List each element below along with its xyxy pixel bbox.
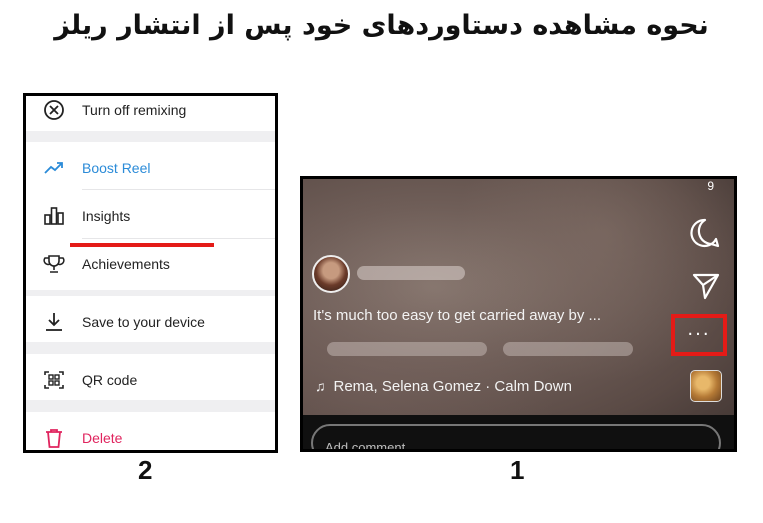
close-circle-icon: [42, 99, 66, 121]
divider: [82, 189, 275, 190]
music-note-icon: ♫: [315, 378, 326, 394]
music-label: Rema, Selena Gomez · Calm Down: [333, 378, 572, 395]
qr-code-item[interactable]: QR code: [26, 360, 275, 400]
trophy-icon: [42, 253, 66, 275]
delete-item[interactable]: Delete: [26, 418, 275, 450]
boost-reel-item[interactable]: Boost Reel: [26, 148, 275, 188]
more-options-button[interactable]: ···: [671, 314, 727, 356]
reel-caption[interactable]: It's much too easy to get carried away b…: [313, 307, 601, 324]
step-number-2: 2: [138, 455, 153, 485]
more-icon: ···: [687, 324, 711, 345]
bar-chart-icon: [42, 205, 66, 227]
divider: [82, 238, 275, 239]
comment-placeholder: Add comment: [325, 440, 406, 452]
menu-item-label: QR code: [82, 372, 138, 388]
avatar[interactable]: [312, 255, 350, 293]
menu-item-label: Delete: [82, 430, 123, 446]
insights-item[interactable]: Insights: [26, 196, 275, 236]
download-icon: [42, 311, 66, 333]
blurred-text: [503, 342, 633, 356]
like-count: 9: [707, 179, 714, 193]
qr-code-icon: [42, 369, 66, 391]
blurred-text: [327, 342, 487, 356]
menu-item-label: Boost Reel: [82, 160, 151, 176]
page-title: نحوه مشاهده دستاوردهای خود پس از انتشار …: [54, 10, 709, 41]
share-icon[interactable]: [691, 271, 721, 305]
trash-icon: [42, 427, 66, 449]
menu-item-label: Achievements: [82, 256, 170, 272]
audio-thumbnail[interactable]: [690, 370, 722, 402]
menu-item-label: Turn off remixing: [82, 102, 187, 118]
blurred-username: [357, 266, 465, 280]
reel-view: 9 It's much too easy to get carried away…: [300, 176, 737, 452]
step-number-1: 1: [510, 455, 525, 485]
comment-icon[interactable]: [689, 217, 721, 253]
achievements-item[interactable]: Achievements: [26, 244, 275, 284]
menu-item-label: Save to your device: [82, 314, 205, 330]
music-info[interactable]: ♫ Rema, Selena Gomez · Calm Down: [315, 378, 572, 395]
trending-up-icon: [42, 157, 66, 179]
menu-item-label: Insights: [82, 208, 131, 224]
save-to-device-item[interactable]: Save to your device: [26, 302, 275, 342]
turn-off-remixing-item[interactable]: Turn off remixing: [26, 96, 275, 130]
reel-options-menu: Turn off remixing Boost Reel Insights Ac…: [23, 93, 278, 453]
